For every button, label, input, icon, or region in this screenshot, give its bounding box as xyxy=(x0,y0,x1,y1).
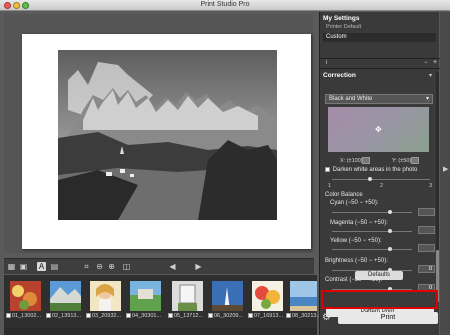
thumbnail-label: 07_16913... xyxy=(248,313,283,319)
color-balance-heading: Color Balance xyxy=(325,192,363,198)
next-page-icon[interactable]: ▶ xyxy=(194,262,203,271)
brightness-value[interactable]: 0 xyxy=(418,265,435,273)
contrast-label: Contrast (−50 − +50): xyxy=(325,277,383,283)
y-input[interactable] xyxy=(411,157,419,164)
x-label: X: (±100) xyxy=(340,158,363,164)
preview-toolbar: ▦ ▣ A ▤ ⌗ ⊖ ⊕ ◫ ◀ ▶ xyxy=(4,258,314,274)
thumbnail-checkbox[interactable] xyxy=(46,313,51,319)
cyan-label: Cyan (−50 − +50): xyxy=(330,200,379,206)
magenta-label: Magenta (−50 − +50): xyxy=(330,220,388,226)
prev-page-icon[interactable]: ◀ xyxy=(168,262,177,271)
chevron-down-icon: ▾ xyxy=(425,96,429,102)
darken-label: Darken white areas in the photo xyxy=(332,167,418,174)
thumbnail-checkbox[interactable] xyxy=(6,313,11,319)
darken-checkbox[interactable] xyxy=(325,167,330,172)
thumbnail-checkbox[interactable] xyxy=(208,313,213,319)
fit-icon[interactable]: ◫ xyxy=(122,262,131,271)
x-input[interactable] xyxy=(362,157,370,164)
panel-scrollbar-thumb[interactable] xyxy=(436,250,439,302)
magenta-slider[interactable] xyxy=(332,231,412,232)
collapse-arrow-icon[interactable]: ▾ xyxy=(429,72,432,79)
thumbnail-checkbox[interactable] xyxy=(286,313,291,319)
panel-edge xyxy=(440,12,450,335)
paper-preview xyxy=(22,34,311,249)
remove-setting-icon[interactable]: − xyxy=(424,60,428,66)
yellow-label: Yellow (−50 − +50): xyxy=(330,238,382,244)
thumbnail[interactable] xyxy=(50,281,81,311)
add-setting-icon[interactable]: + xyxy=(433,59,437,66)
crop-icon[interactable]: ⌗ xyxy=(82,262,91,271)
thumbnail[interactable] xyxy=(130,281,161,311)
thumbnail-checkbox[interactable] xyxy=(86,313,91,319)
zoom-page-icon[interactable]: ▤ xyxy=(50,262,59,271)
contrast-slider-handle[interactable] xyxy=(388,287,392,291)
magenta-value[interactable] xyxy=(418,226,435,234)
gear-icon[interactable]: ⚙ xyxy=(322,312,331,323)
darken-option[interactable]: Darken white areas in the photo xyxy=(325,167,417,173)
info-icon[interactable]: i xyxy=(326,60,327,66)
custom-settings-item[interactable]: Custom xyxy=(323,33,436,42)
contrast-value[interactable]: 0 xyxy=(418,284,435,292)
title-bar: Print Studio Pro xyxy=(0,0,450,11)
thumbnail-checkbox[interactable] xyxy=(126,313,131,319)
tone-adjust-grid[interactable]: ✥ xyxy=(328,107,429,152)
print-button[interactable]: Print xyxy=(338,312,438,324)
strip-footer xyxy=(4,328,317,335)
thumbnail[interactable] xyxy=(290,281,317,311)
yellow-slider-handle[interactable] xyxy=(388,247,392,251)
thumbnail-label: 01_13002... xyxy=(6,313,41,319)
text-icon[interactable]: A xyxy=(37,262,46,271)
thumbnail[interactable] xyxy=(212,281,243,311)
preview-area xyxy=(4,14,313,253)
thumbnail-strip: 01_13002... 02_13913... 03_20932... 04_3… xyxy=(4,275,321,328)
color-mode-dropdown[interactable]: Black and White ▾ xyxy=(325,94,433,104)
yellow-slider[interactable] xyxy=(332,249,412,250)
thumbnail-label: 04_30301... xyxy=(126,313,161,319)
thumbnail-checkbox[interactable] xyxy=(168,313,173,319)
y-label: Y: (±50) xyxy=(392,158,412,164)
brightness-label: Brightness (−50 − +50): xyxy=(325,258,388,264)
tone-crosshair-icon[interactable]: ✥ xyxy=(375,125,382,134)
contrast-slider[interactable] xyxy=(332,289,412,290)
divider xyxy=(320,68,440,69)
color-mode-value: Black and White xyxy=(329,96,373,102)
scale-1: 1 xyxy=(328,183,332,189)
correction-heading: Correction xyxy=(323,72,356,79)
thumbnail-label: 08_30213... xyxy=(286,313,321,319)
window-title: Print Studio Pro xyxy=(200,1,250,8)
thumbnail-label: 02_13913... xyxy=(46,313,81,319)
single-view-icon[interactable]: ▣ xyxy=(19,262,28,271)
scale-3: 3 xyxy=(429,183,433,189)
zoom-out-icon[interactable]: ⊖ xyxy=(95,262,104,271)
thumbnail[interactable] xyxy=(252,281,283,311)
divider xyxy=(320,58,440,59)
expand-panel-icon[interactable]: ▶ xyxy=(443,165,448,173)
cyan-slider[interactable] xyxy=(332,212,412,213)
thumbnail-checkbox[interactable] xyxy=(248,313,253,319)
my-settings-heading: My Settings xyxy=(323,15,360,22)
darken-slider-handle[interactable] xyxy=(368,177,372,181)
printer-default-item[interactable]: Printer Default xyxy=(326,24,361,30)
zoom-in-icon[interactable]: ⊕ xyxy=(107,262,116,271)
thumbnail-label: 05_13712... xyxy=(168,313,203,319)
cyan-value[interactable] xyxy=(418,208,435,216)
photo-preview[interactable] xyxy=(58,50,277,220)
darken-slider[interactable] xyxy=(332,179,430,180)
thumbnail-label: 03_20932... xyxy=(86,313,121,319)
thumbnail-label: 06_30209... xyxy=(208,313,243,319)
thumbnail[interactable] xyxy=(10,281,41,311)
grid-view-icon[interactable]: ▦ xyxy=(7,262,16,271)
panel-scrollbar[interactable] xyxy=(436,72,439,252)
magenta-slider-handle[interactable] xyxy=(388,229,392,233)
scale-2: 2 xyxy=(380,183,384,189)
yellow-value[interactable] xyxy=(418,244,435,252)
settings-panel: My Settings Printer Default Custom i − +… xyxy=(319,12,440,335)
thumbnail[interactable] xyxy=(90,281,121,311)
cyan-slider-handle[interactable] xyxy=(388,210,392,214)
thumbnail[interactable] xyxy=(172,281,203,311)
